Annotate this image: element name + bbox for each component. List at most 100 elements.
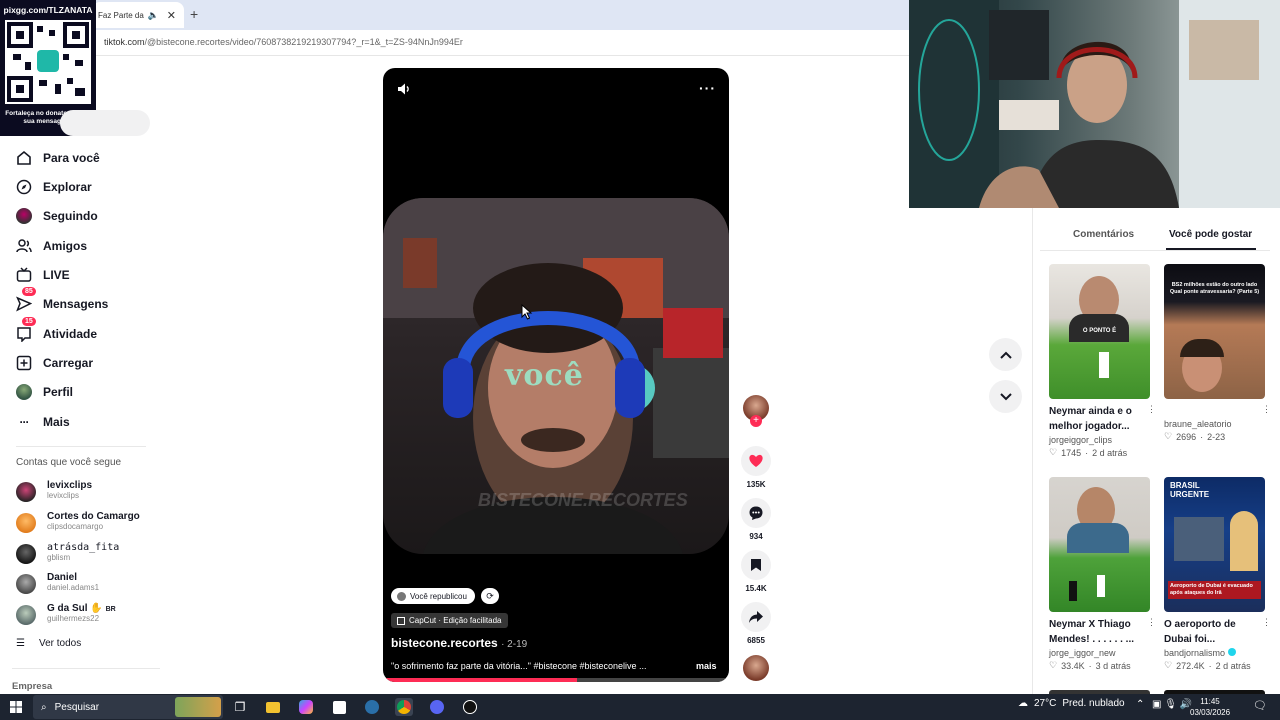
heart-outline-icon: ♡ — [1164, 431, 1173, 441]
live-tv-icon — [16, 267, 32, 283]
suggested-video-card[interactable]: ⋮ Neymar X Thiago Mendes! . . . . . . ..… — [1049, 477, 1156, 671]
volume-icon[interactable] — [397, 82, 411, 101]
heart-outline-icon: ♡ — [1049, 660, 1058, 670]
url-text[interactable]: tiktok.com/@bistecone.recortes/video/760… — [104, 37, 463, 47]
taskbar-clock[interactable]: 11:45 03/03/2026 — [1190, 696, 1230, 718]
capcut-chip[interactable]: CapCut · Edição facilitada — [391, 613, 508, 628]
chevron-up-icon — [999, 351, 1012, 359]
followed-account[interactable]: Cortes do Camargo clipsdocamargo — [16, 511, 166, 537]
chrome-icon[interactable] — [395, 698, 413, 716]
heart-outline-icon: ♡ — [1049, 447, 1058, 457]
tab-comentarios[interactable]: Comentários — [1073, 229, 1134, 240]
sidebar-item-seguindo[interactable]: Seguindo — [16, 205, 166, 227]
close-tab-icon[interactable]: ✕ — [167, 9, 176, 22]
more-dots-icon: ··· — [19, 415, 30, 429]
tray-icons[interactable]: ▣ 🎙 🔊 — [1152, 699, 1192, 710]
obs-icon[interactable] — [461, 698, 479, 716]
save-button[interactable]: 15.4K — [740, 550, 772, 593]
comment-icon — [741, 498, 771, 528]
sidebar-divider — [16, 446, 146, 447]
tab-voce-pode-gostar[interactable]: Você pode gostar — [1169, 229, 1252, 240]
comment-button[interactable]: 934 — [740, 498, 772, 541]
discord-icon[interactable] — [428, 698, 446, 716]
suggested-video-card[interactable]: O PONTO É ⋮ Neymar ainda e o melhor joga… — [1049, 264, 1156, 458]
more-options-icon[interactable]: ··· — [699, 80, 716, 96]
suggested-video-card[interactable]: BRASIL URGENTE Aeroporto de Dubai é evac… — [1164, 477, 1271, 671]
caption-more-button[interactable]: mais — [696, 661, 717, 671]
music-disc-avatar[interactable] — [743, 655, 769, 681]
task-view-icon[interactable]: ❐ — [231, 698, 249, 716]
see-all-link[interactable]: ☰ Ver todos — [16, 638, 81, 649]
video-player[interactable]: ··· você BISTECONE.RECORTES Você republi… — [383, 68, 729, 682]
repost-icon[interactable]: ⟳ — [481, 588, 499, 604]
company-section[interactable]: Empresa — [12, 681, 52, 692]
followed-account[interactable]: atrásda_fita gblism — [16, 542, 166, 568]
followed-account[interactable]: levixclips levixclips — [16, 480, 166, 506]
sidebar-item-atividade[interactable]: 15 Atividade — [16, 317, 166, 345]
home-icon — [16, 150, 32, 166]
avatar — [16, 605, 36, 625]
next-video-button[interactable] — [989, 380, 1022, 413]
sidebar-item-explorar[interactable]: Explorar — [16, 176, 166, 198]
video-watermark: BISTECONE.RECORTES — [478, 490, 688, 510]
tray-chevron-icon[interactable]: ⌃ — [1136, 699, 1144, 710]
speaker-icon: 🔈 — [147, 9, 160, 20]
qr-code — [5, 20, 91, 104]
weather-widget[interactable]: ☁ 27°C Pred. nublado — [1018, 698, 1125, 709]
sidebar-item-amigos[interactable]: Amigos — [16, 235, 166, 257]
follow-plus-icon[interactable]: + — [750, 415, 762, 427]
card-more-icon[interactable]: ⋮ — [1147, 404, 1156, 415]
steam-icon[interactable] — [363, 698, 381, 716]
followed-account[interactable]: G da Sul ✋ BR guilhermezs22 — [16, 603, 166, 629]
messages-icon: 85 — [16, 287, 36, 312]
suggested-video-card[interactable]: BS2 milhões estão do outro lado Qual pon… — [1164, 264, 1271, 442]
thumbnail-subtitle: Aeroporto de Dubai é evacuado após ataqu… — [1168, 581, 1261, 599]
bookmark-icon — [741, 550, 771, 580]
avatar — [16, 482, 36, 502]
thumbnail-text: BRASIL URGENTE — [1170, 481, 1210, 499]
friends-icon — [16, 238, 32, 254]
progress-fill — [383, 678, 577, 682]
sidebar-item-live[interactable]: LIVE — [16, 264, 166, 286]
following-avatar-icon — [16, 208, 32, 224]
previous-video-button[interactable] — [989, 338, 1022, 371]
card-more-icon[interactable]: ⋮ — [1262, 617, 1271, 628]
store-icon[interactable] — [330, 698, 348, 716]
activity-badge: 15 — [22, 317, 36, 326]
following-title: Contas que você segue — [16, 457, 122, 468]
windows-start-icon[interactable] — [7, 698, 25, 716]
sidebar-item-perfil[interactable]: Perfil — [16, 381, 166, 403]
video-thumbnail: O PONTO É — [1049, 264, 1150, 399]
thumbnail-text: O PONTO É — [1082, 328, 1117, 334]
followed-account[interactable]: Daniel daniel.adams1 — [16, 572, 166, 598]
taskbar-search[interactable]: ⌕ Pesquisar — [33, 695, 223, 719]
file-explorer-icon[interactable] — [264, 698, 282, 716]
mouse-cursor-icon — [521, 303, 533, 325]
search-box[interactable] — [60, 110, 150, 136]
chevron-down-icon — [999, 392, 1012, 400]
webcam-overlay — [909, 0, 1280, 208]
new-tab-button[interactable]: + — [190, 6, 198, 22]
copilot-icon[interactable] — [297, 698, 315, 716]
card-more-icon[interactable]: ⋮ — [1147, 617, 1156, 628]
sidebar-item-para-voce[interactable]: Para você — [16, 147, 166, 169]
sidebar-item-carregar[interactable]: Carregar — [16, 352, 166, 374]
avatar — [16, 544, 36, 564]
card-more-icon[interactable]: ⋮ — [1262, 404, 1271, 415]
browser-tab[interactable]: Faz Parte da 🔈 ✕ — [92, 2, 184, 28]
reposted-chip[interactable]: Você republicou — [391, 588, 475, 604]
tab-title: Faz Parte da — [98, 10, 144, 20]
like-button[interactable]: 135K — [740, 446, 772, 489]
share-button[interactable]: 6855 — [740, 602, 772, 645]
video-progress-bar[interactable] — [383, 678, 729, 682]
search-highlight-icon — [175, 697, 221, 717]
cloud-icon: ☁ — [1018, 698, 1028, 709]
sidebar-item-mensagens[interactable]: 85 Mensagens — [16, 287, 166, 315]
capcut-icon — [397, 616, 405, 625]
search-icon: ⌕ — [41, 701, 47, 713]
sidebar-item-mais[interactable]: ··· Mais — [16, 411, 166, 433]
profile-avatar-icon — [16, 384, 32, 400]
creator-avatar[interactable]: + — [743, 395, 769, 429]
notifications-icon[interactable]: 🗨 — [1253, 699, 1267, 712]
video-author[interactable]: bistecone.recortes · 2-19 — [391, 636, 527, 650]
